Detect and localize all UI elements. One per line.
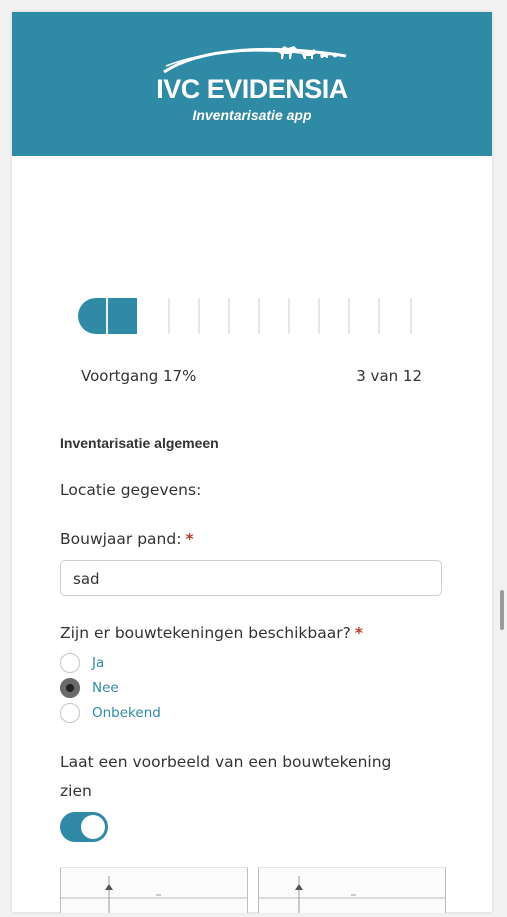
app-card: IVC EVIDENSIA Inventarisatie app Voortga… (12, 12, 492, 913)
progress-fill-divider (106, 298, 108, 334)
radio-button-selected[interactable] (60, 678, 80, 698)
required-marker: * (185, 530, 194, 548)
progress-step-count: 3 van 12 (356, 367, 422, 385)
progress-step-tick (228, 298, 230, 334)
drawing-sketch-icon (259, 876, 445, 913)
progress-bar-fill (78, 298, 137, 334)
drawing-preview-image (60, 867, 248, 913)
drawings-question-text: Zijn er bouwtekeningen beschikbaar? (60, 624, 351, 642)
app-header: IVC EVIDENSIA Inventarisatie app (12, 12, 492, 156)
drawing-preview-image (258, 867, 446, 913)
brand-name: IVC EVIDENSIA (156, 74, 348, 104)
year-built-label: Bouwjaar pand: * (60, 530, 194, 548)
radio-button[interactable] (60, 703, 80, 723)
show-example-label: Laat een voorbeeld van een bouwtekening (60, 753, 392, 771)
progress-step-tick (198, 298, 200, 334)
radio-button[interactable] (60, 653, 80, 673)
required-marker: * (354, 624, 363, 642)
year-built-label-text: Bouwjaar pand: (60, 530, 182, 548)
progress-step-tick (258, 298, 260, 334)
progress-label: Voortgang 17% (81, 367, 197, 385)
progress-step-tick (378, 298, 380, 334)
progress-step-tick (348, 298, 350, 334)
radio-option-nee[interactable]: Nee (60, 677, 119, 699)
radio-label[interactable]: Onbekend (92, 705, 161, 721)
section-title: Inventarisatie algemeen (60, 435, 219, 451)
progress-step-tick (288, 298, 290, 334)
radio-label[interactable]: Nee (92, 680, 119, 696)
progress-bar (78, 298, 428, 334)
radio-option-onbekend[interactable]: Onbekend (60, 702, 161, 724)
scrollbar[interactable] (500, 590, 504, 630)
year-built-input[interactable]: sad (60, 560, 442, 596)
progress-step-tick (318, 298, 320, 334)
drawing-sketch-icon (61, 876, 247, 913)
drawings-question-label: Zijn er bouwtekeningen beschikbaar? * (60, 624, 363, 642)
radio-option-ja[interactable]: Ja (60, 652, 104, 674)
show-example-label-cont: zien (60, 782, 92, 800)
progress-step-tick (410, 298, 412, 334)
progress-step-tick (168, 298, 170, 334)
show-example-toggle[interactable] (60, 812, 108, 842)
app-subtitle: Inventarisatie app (192, 107, 312, 123)
toggle-knob[interactable] (81, 815, 105, 839)
location-label: Locatie gegevens: (60, 481, 202, 499)
brand-logo-icon (163, 46, 347, 74)
radio-label[interactable]: Ja (92, 655, 104, 671)
